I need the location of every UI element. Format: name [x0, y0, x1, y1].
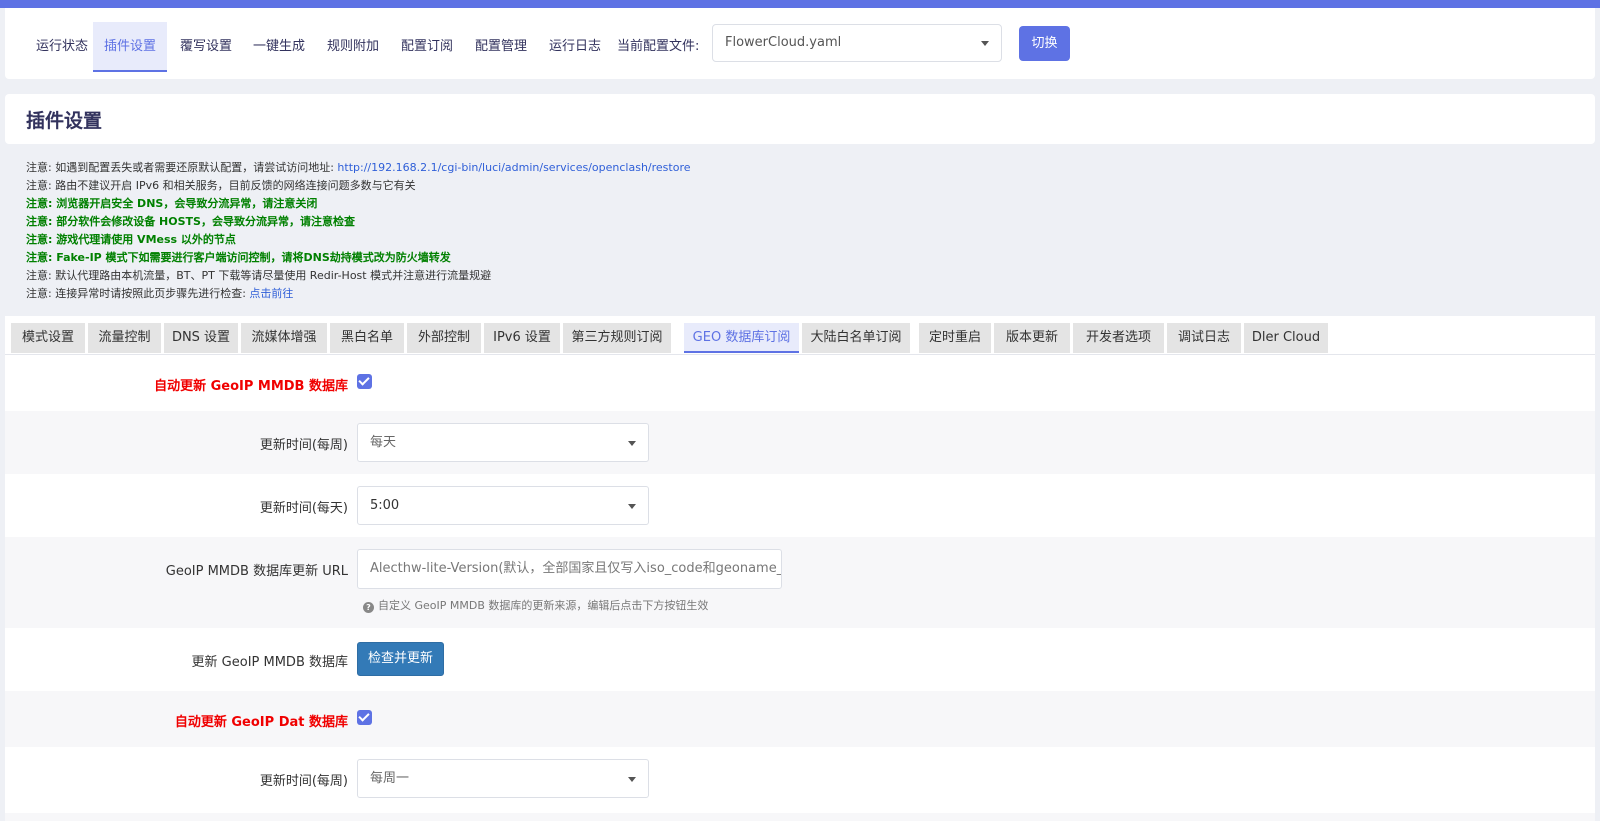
notice-text: 注意: 连接异常时请按照此页步骤先进行检查: — [26, 287, 250, 300]
tab-blacklist[interactable]: 黑白名单 — [330, 323, 404, 353]
tab-mode[interactable]: 模式设置 — [11, 323, 85, 353]
notice-restore: 注意: 如遇到配置丢失或者需要还原默认配置，请尝试访问地址: http://19… — [26, 159, 1586, 177]
notice-ipv6: 注意: 路由不建议开启 IPv6 和相关服务，目前反馈的网络连接问题多数与它有关 — [26, 179, 416, 192]
page-title: 插件设置 — [26, 110, 103, 132]
dat-week-value: 每周一 — [370, 771, 410, 786]
notice-check: 注意: 连接异常时请按照此页步骤先进行检查: 点击前往 — [26, 285, 1586, 303]
tab-scheduled-restart[interactable]: 定时重启 — [919, 323, 991, 353]
tab-developer[interactable]: 开发者选项 — [1073, 323, 1164, 353]
top-navigation: 运行状态 插件设置 覆写设置 一键生成 规则附加 配置订阅 配置管理 运行日志 … — [5, 8, 1595, 79]
mmdb-day-value: 5:00 — [370, 498, 400, 513]
mmdb-week-label: 更新时间(每周) — [259, 438, 348, 453]
tab-geo-database[interactable]: GEO 数据库订阅 — [684, 323, 799, 353]
mmdb-day-select[interactable]: 5:00 — [357, 486, 649, 525]
notice-redir-host: 注意: 默认代理路由本机流量，BT、PT 下载等请尽量使用 Redir-Host… — [26, 269, 492, 282]
nav-item-logs[interactable]: 运行日志 — [538, 22, 612, 72]
mmdb-url-label: GeoIP MMDB 数据库更新 URL — [165, 564, 348, 579]
help-icon: ? — [363, 602, 374, 613]
tab-third-party-rules[interactable]: 第三方规则订阅 — [563, 323, 671, 353]
notice-hosts: 注意: 部分软件会修改设备 HOSTS，会导致分流异常，请注意检查 — [26, 215, 355, 228]
mmdb-day-label: 更新时间(每天) — [259, 501, 348, 516]
row-next — [5, 813, 1595, 821]
tab-version-update[interactable]: 版本更新 — [994, 323, 1070, 353]
tab-streaming[interactable]: 流媒体增强 — [241, 323, 327, 353]
hint-text: 自定义 GeoIP MMDB 数据库的更新来源，编辑后点击下方按钮生效 — [378, 599, 709, 612]
mmdb-url-input[interactable]: Alecthw-lite-Version(默认，全部国家且仅写入iso_code… — [357, 549, 782, 589]
auto-update-dat-label: 自动更新 GeoIP Dat 数据库 — [174, 715, 348, 730]
row-mmdb-week: 更新时间(每周) 每天 — [5, 411, 1595, 474]
tab-mainland-whitelist[interactable]: 大陆白名单订阅 — [802, 323, 910, 353]
mmdb-week-select[interactable]: 每天 — [357, 423, 649, 462]
nav-item-overwrite[interactable]: 覆写设置 — [169, 22, 243, 72]
nav-item-status[interactable]: 运行状态 — [25, 22, 99, 72]
caret-down-icon — [981, 41, 989, 46]
tab-dler-cloud[interactable]: Dler Cloud — [1244, 323, 1328, 353]
geo-settings-form: 自动更新 GeoIP MMDB 数据库 更新时间(每周) 每天 更新时间(每天)… — [5, 355, 1595, 821]
config-file-value: FlowerCloud.yaml — [725, 35, 842, 50]
config-file-select[interactable]: FlowerCloud.yaml — [712, 24, 1002, 62]
mmdb-week-value: 每天 — [370, 435, 397, 450]
caret-down-icon — [628, 441, 636, 446]
tab-ipv6[interactable]: IPv6 设置 — [484, 323, 560, 353]
config-file-label: 当前配置文件: — [617, 39, 700, 54]
nav-item-subscribe[interactable]: 配置订阅 — [390, 22, 464, 72]
auto-update-dat-checkbox[interactable] — [357, 710, 372, 725]
restore-link[interactable]: http://192.168.2.1/cgi-bin/luci/admin/se… — [337, 161, 690, 174]
row-auto-update-mmdb: 自动更新 GeoIP MMDB 数据库 — [5, 355, 1595, 411]
tab-debug-log[interactable]: 调试日志 — [1167, 323, 1241, 353]
dat-week-select[interactable]: 每周一 — [357, 759, 649, 798]
mmdb-url-hint: ? 自定义 GeoIP MMDB 数据库的更新来源，编辑后点击下方按钮生效 — [363, 597, 708, 613]
check-and-update-button[interactable]: 检查并更新 — [357, 642, 444, 676]
auto-update-mmdb-label: 自动更新 GeoIP MMDB 数据库 — [154, 379, 348, 394]
check-link[interactable]: 点击前往 — [249, 287, 293, 300]
row-dat-week: 更新时间(每周) 每周一 — [5, 747, 1595, 813]
notice-fakeip: 注意: Fake-IP 模式下如需要进行客户端访问控制，请将DNS劫持模式改为防… — [26, 251, 451, 264]
settings-tabs: 模式设置 流量控制 DNS 设置 流媒体增强 黑白名单 外部控制 IPv6 设置… — [5, 316, 1595, 355]
page-title-card: 插件设置 — [5, 94, 1595, 144]
notice-secure-dns: 注意: 浏览器开启安全 DNS，会导致分流异常，请注意关闭 — [26, 197, 318, 210]
notice-text: 注意: 如遇到配置丢失或者需要还原默认配置，请尝试访问地址: — [26, 161, 338, 174]
nav-item-rules[interactable]: 规则附加 — [316, 22, 390, 72]
dat-week-label: 更新时间(每周) — [259, 774, 348, 789]
row-update-mmdb: 更新 GeoIP MMDB 数据库 检查并更新 — [5, 628, 1595, 691]
top-accent-band — [0, 0, 1600, 8]
caret-down-icon — [628, 504, 636, 509]
nav-item-config-manage[interactable]: 配置管理 — [464, 22, 538, 72]
switch-config-button[interactable]: 切换 — [1019, 26, 1070, 61]
tab-external[interactable]: 外部控制 — [407, 323, 481, 353]
notice-vmess: 注意: 游戏代理请使用 VMess 以外的节点 — [26, 233, 236, 246]
caret-down-icon — [628, 777, 636, 782]
tab-traffic[interactable]: 流量控制 — [88, 323, 161, 353]
notice-list: 注意: 如遇到配置丢失或者需要还原默认配置，请尝试访问地址: http://19… — [26, 159, 1586, 303]
nav-item-plugin-settings[interactable]: 插件设置 — [93, 22, 168, 72]
row-mmdb-day: 更新时间(每天) 5:00 — [5, 474, 1595, 537]
nav-item-generate[interactable]: 一键生成 — [242, 22, 316, 72]
update-mmdb-label: 更新 GeoIP MMDB 数据库 — [191, 655, 348, 670]
row-auto-update-dat: 自动更新 GeoIP Dat 数据库 — [5, 691, 1595, 747]
auto-update-mmdb-checkbox[interactable] — [357, 374, 372, 389]
tab-dns[interactable]: DNS 设置 — [164, 323, 238, 353]
row-mmdb-url: GeoIP MMDB 数据库更新 URL Alecthw-lite-Versio… — [5, 537, 1595, 628]
